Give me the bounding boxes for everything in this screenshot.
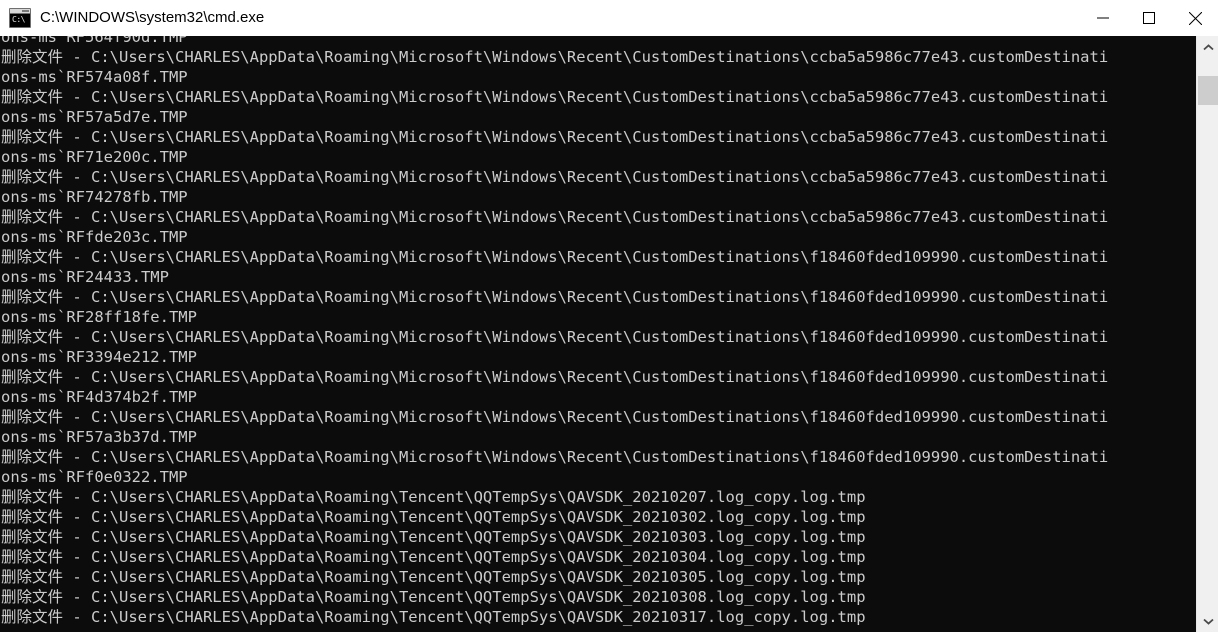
console-line: ons-ms`RF28ff18fe.TMP bbox=[1, 308, 197, 326]
console-line: 删除文件 - C:\Users\CHARLES\AppData\Roaming\… bbox=[1, 548, 866, 566]
console-line: 删除文件 - C:\Users\CHARLES\AppData\Roaming\… bbox=[1, 48, 1109, 66]
chevron-down-icon bbox=[1202, 618, 1214, 625]
console-line: ons-ms`RF74278fb.TMP bbox=[1, 188, 188, 206]
icon-titlebar-detail bbox=[10, 9, 30, 14]
close-button[interactable] bbox=[1172, 0, 1218, 36]
console-lines: ons-ms`RF564f90d.TMP 删除文件 - C:\Users\CHAR… bbox=[0, 36, 1196, 627]
vertical-scrollbar[interactable] bbox=[1196, 36, 1218, 632]
console-line: ons-ms`RF57a3b37d.TMP bbox=[1, 428, 197, 446]
console-line: ons-ms`RF564f90d.TMP bbox=[1, 36, 188, 46]
console-line: ons-ms`RF574a08f.TMP bbox=[1, 68, 188, 86]
console-line: 删除文件 - C:\Users\CHARLES\AppData\Roaming\… bbox=[1, 248, 1109, 266]
console-line: ons-ms`RF3394e212.TMP bbox=[1, 348, 197, 366]
console-line: 删除文件 - C:\Users\CHARLES\AppData\Roaming\… bbox=[1, 88, 1109, 106]
console-line: 删除文件 - C:\Users\CHARLES\AppData\Roaming\… bbox=[1, 328, 1109, 346]
title-bar[interactable]: C:\ C:\WINDOWS\system32\cmd.exe bbox=[0, 0, 1218, 36]
console-line: 删除文件 - C:\Users\CHARLES\AppData\Roaming\… bbox=[1, 168, 1109, 186]
console-line: ons-ms`RF57a5d7e.TMP bbox=[1, 108, 188, 126]
console-line: 删除文件 - C:\Users\CHARLES\AppData\Roaming\… bbox=[1, 288, 1109, 306]
maximize-icon bbox=[1143, 12, 1155, 24]
scroll-up-button[interactable] bbox=[1197, 36, 1218, 58]
icon-prompt-text: C:\ bbox=[12, 15, 25, 24]
minimize-icon bbox=[1097, 12, 1109, 24]
scrollbar-thumb[interactable] bbox=[1198, 76, 1218, 105]
scroll-down-button[interactable] bbox=[1197, 610, 1218, 632]
maximize-button[interactable] bbox=[1126, 0, 1172, 36]
console-line: ons-ms`RFfde203c.TMP bbox=[1, 228, 188, 246]
console-line: 删除文件 - C:\Users\CHARLES\AppData\Roaming\… bbox=[1, 368, 1109, 386]
console-line: ons-ms`RF71e200c.TMP bbox=[1, 148, 188, 166]
window-title: C:\WINDOWS\system32\cmd.exe bbox=[40, 9, 265, 26]
close-icon bbox=[1188, 11, 1202, 25]
minimize-button[interactable] bbox=[1080, 0, 1126, 36]
console-output-area[interactable]: ons-ms`RF564f90d.TMP 删除文件 - C:\Users\CHAR… bbox=[0, 36, 1196, 632]
console-line: 删除文件 - C:\Users\CHARLES\AppData\Roaming\… bbox=[1, 528, 866, 546]
console-line: 删除文件 - C:\Users\CHARLES\AppData\Roaming\… bbox=[1, 608, 866, 626]
console-line: 删除文件 - C:\Users\CHARLES\AppData\Roaming\… bbox=[1, 508, 866, 526]
console-line: 删除文件 - C:\Users\CHARLES\AppData\Roaming\… bbox=[1, 448, 1109, 466]
console-line: 删除文件 - C:\Users\CHARLES\AppData\Roaming\… bbox=[1, 488, 866, 506]
cmd-console-icon: C:\ bbox=[9, 8, 31, 28]
console-line: 删除文件 - C:\Users\CHARLES\AppData\Roaming\… bbox=[1, 208, 1109, 226]
console-line: ons-ms`RF24433.TMP bbox=[1, 268, 169, 286]
console-line: 删除文件 - C:\Users\CHARLES\AppData\Roaming\… bbox=[1, 408, 1109, 426]
console-line: 删除文件 - C:\Users\CHARLES\AppData\Roaming\… bbox=[1, 568, 866, 586]
console-line: 删除文件 - C:\Users\CHARLES\AppData\Roaming\… bbox=[1, 128, 1109, 146]
chevron-up-icon bbox=[1202, 43, 1214, 51]
console-line: ons-ms`RFf0e0322.TMP bbox=[1, 468, 188, 486]
cmd-window: C:\ C:\WINDOWS\system32\cmd.exe ons-ms`R… bbox=[0, 0, 1218, 632]
window-controls bbox=[1080, 0, 1218, 36]
console-line: 删除文件 - C:\Users\CHARLES\AppData\Roaming\… bbox=[1, 588, 866, 606]
console-line: ons-ms`RF4d374b2f.TMP bbox=[1, 388, 197, 406]
